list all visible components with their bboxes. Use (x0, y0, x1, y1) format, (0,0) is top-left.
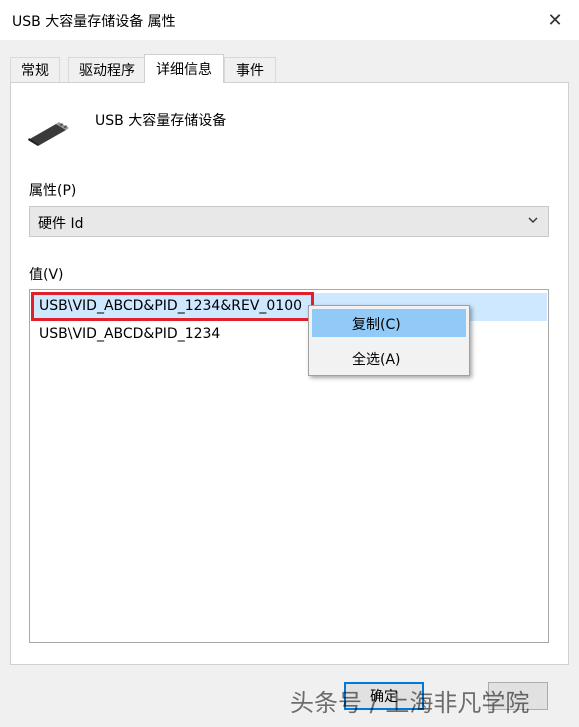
tab-events[interactable]: 事件 (224, 57, 276, 82)
property-label: 属性(P) (29, 183, 77, 199)
tab-general[interactable]: 常规 (10, 57, 60, 82)
tab-driver[interactable]: 驱动程序 (68, 57, 146, 82)
chevron-down-icon (528, 217, 538, 223)
menu-item-label: 全选(A) (352, 352, 401, 368)
title-bar: USB 大容量存储设备 属性 ✕ (0, 0, 579, 40)
property-dropdown[interactable]: 硬件 Id (29, 206, 549, 237)
list-item-text: USB\VID_ABCD&PID_1234&REV_0100 (39, 298, 303, 314)
value-listbox[interactable]: USB\VID_ABCD&PID_1234&REV_0100 USB\VID_A… (29, 289, 549, 643)
value-label: 值(V) (29, 267, 64, 283)
usb-plug-icon (28, 122, 69, 146)
property-selected-value: 硬件 Id (38, 216, 84, 232)
device-name: USB 大容量存储设备 (95, 113, 227, 129)
watermark-text: 头条号 / 上海非凡学院 (290, 689, 530, 717)
menu-item-label: 复制(C) (352, 317, 401, 333)
menu-item-copy[interactable]: 复制(C) (312, 309, 466, 337)
window-title: USB 大容量存储设备 属性 (12, 14, 176, 30)
menu-item-select-all[interactable]: 全选(A) (312, 344, 466, 372)
list-item-text: USB\VID_ABCD&PID_1234 (39, 326, 221, 342)
context-menu: 复制(C) 全选(A) (308, 305, 470, 376)
tab-details[interactable]: 详细信息 (144, 54, 224, 83)
close-icon[interactable]: ✕ (537, 6, 573, 34)
